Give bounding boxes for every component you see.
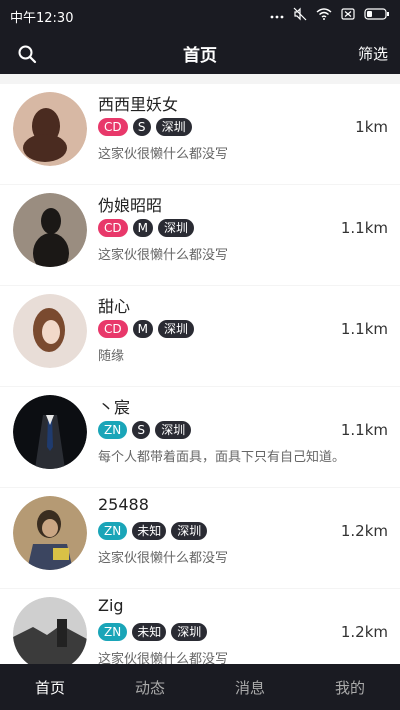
- page-title: 首页: [183, 45, 217, 66]
- list-item[interactable]: 25488 ZN 未知 深圳 1.2km 这家伙很懒什么都没写: [0, 488, 400, 588]
- tag-group: ZN S 深圳: [98, 421, 192, 439]
- role-badge: 未知: [132, 522, 167, 540]
- search-icon[interactable]: [14, 41, 40, 67]
- user-bio: 这家伙很懒什么都没写: [98, 248, 229, 263]
- tab-me[interactable]: 我的: [300, 664, 400, 710]
- filter-button[interactable]: 筛选: [358, 43, 388, 64]
- role-badge: M: [132, 219, 153, 237]
- user-bio: 每个人都带着面具，面具下只有自己知道。: [98, 450, 346, 465]
- city-badge: 深圳: [157, 219, 194, 237]
- no-sim-icon: [341, 8, 355, 24]
- list-item[interactable]: 丶宸 ZN S 深圳 1.1km 每个人都带着面具，面具下只有自己知道。: [0, 387, 400, 487]
- avatar[interactable]: [13, 597, 87, 664]
- type-badge: CD: [98, 219, 128, 237]
- role-badge: M: [132, 320, 153, 338]
- tag-group: CD S 深圳: [98, 118, 192, 136]
- tab-feed[interactable]: 动态: [100, 664, 200, 710]
- status-time: 中午12:30: [10, 10, 74, 26]
- avatar[interactable]: [13, 294, 87, 368]
- type-badge: ZN: [98, 522, 128, 540]
- user-name: 25488: [98, 495, 149, 514]
- more-dots-icon: [270, 9, 284, 24]
- user-bio: 这家伙很懒什么都没写: [98, 147, 229, 162]
- list-item[interactable]: Zig ZN 未知 深圳 1.2km 这家伙很懒什么都没写: [0, 589, 400, 664]
- city-badge: 深圳: [155, 118, 192, 136]
- type-badge: ZN: [98, 623, 128, 641]
- distance-label: 1.1km: [340, 421, 388, 439]
- user-name: 伪娘昭昭: [98, 196, 163, 215]
- distance-label: 1.2km: [340, 522, 388, 540]
- avatar[interactable]: [13, 395, 87, 469]
- list-item[interactable]: 伪娘昭昭 CD M 深圳 1.1km 这家伙很懒什么都没写: [0, 185, 400, 285]
- tag-group: CD M 深圳: [98, 320, 194, 338]
- distance-label: 1.1km: [340, 219, 388, 237]
- distance-label: 1km: [355, 118, 388, 136]
- wifi-icon: [316, 8, 332, 24]
- distance-label: 1.2km: [340, 623, 388, 641]
- user-list: 西西里妖女 CD S 深圳 1km 这家伙很懒什么都没写 伪娘昭昭 CD M 深…: [0, 84, 400, 664]
- tag-group: CD M 深圳: [98, 219, 194, 237]
- city-badge: 深圳: [157, 320, 194, 338]
- user-name: 西西里妖女: [98, 95, 179, 114]
- tab-messages[interactable]: 消息: [200, 664, 300, 710]
- user-bio: 随缘: [98, 349, 125, 364]
- bottom-tab-bar: 首页 动态 消息 我的: [0, 664, 400, 710]
- tag-group: ZN 未知 深圳: [98, 623, 208, 641]
- type-badge: CD: [98, 320, 128, 338]
- city-badge: 深圳: [171, 522, 208, 540]
- tag-group: ZN 未知 深圳: [98, 522, 208, 540]
- user-bio: 这家伙很懒什么都没写: [98, 551, 229, 566]
- avatar[interactable]: [13, 496, 87, 570]
- battery-icon: [364, 8, 390, 24]
- user-name: 丶宸: [98, 398, 131, 417]
- role-badge: S: [132, 118, 151, 136]
- type-badge: ZN: [98, 421, 128, 439]
- user-bio: 这家伙很懒什么都没写: [98, 652, 229, 664]
- type-badge: CD: [98, 118, 128, 136]
- status-icons: [270, 7, 390, 25]
- user-name: Zig: [98, 596, 124, 615]
- avatar[interactable]: [13, 193, 87, 267]
- role-badge: S: [132, 421, 151, 439]
- city-badge: 深圳: [155, 421, 192, 439]
- top-bar: 首页 筛选: [0, 32, 400, 74]
- status-bar: 中午12:30: [0, 0, 400, 32]
- tab-home[interactable]: 首页: [0, 664, 100, 710]
- role-badge: 未知: [132, 623, 167, 641]
- distance-label: 1.1km: [340, 320, 388, 338]
- list-item[interactable]: 甜心 CD M 深圳 1.1km 随缘: [0, 286, 400, 386]
- list-item[interactable]: 西西里妖女 CD S 深圳 1km 这家伙很懒什么都没写: [0, 84, 400, 184]
- mute-icon: [293, 7, 307, 25]
- avatar[interactable]: [13, 92, 87, 166]
- user-name: 甜心: [98, 297, 131, 316]
- city-badge: 深圳: [171, 623, 208, 641]
